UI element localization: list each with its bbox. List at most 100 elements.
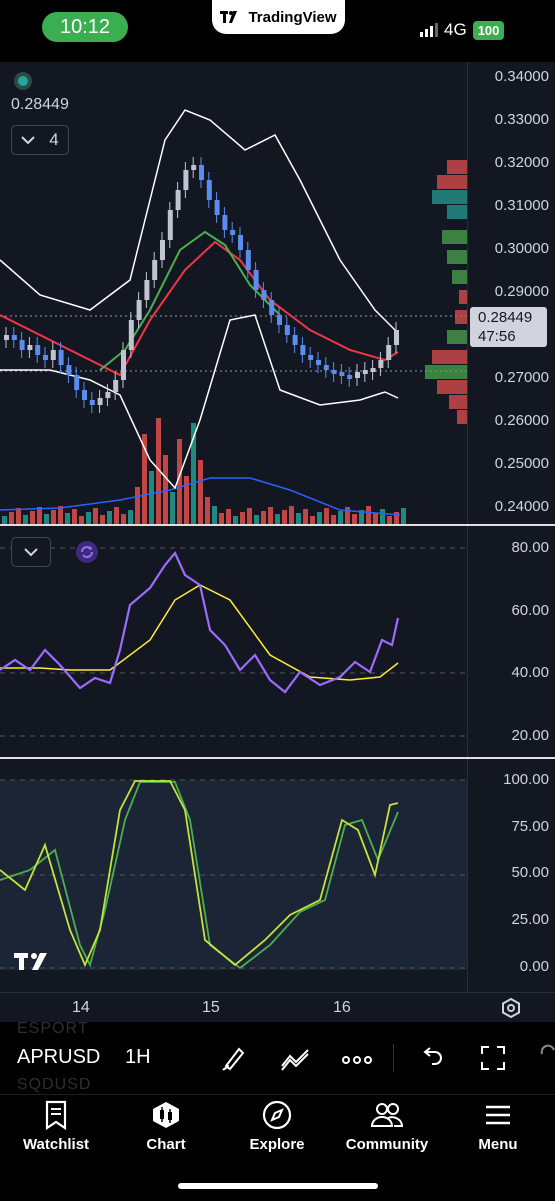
time-axis-label: 14 — [72, 999, 90, 1016]
candle-body — [394, 330, 399, 345]
time-axis-label: 15 — [202, 999, 220, 1016]
candle-body — [355, 372, 360, 378]
volume-profile-bar — [442, 230, 467, 244]
volume-bar — [303, 509, 308, 524]
more-icon[interactable] — [342, 1052, 372, 1070]
volume-profile-bar — [457, 410, 467, 424]
trend-line-icon[interactable] — [280, 1044, 312, 1077]
volume-bar — [289, 506, 294, 524]
candle-body — [74, 375, 80, 390]
volume-bar — [9, 512, 14, 524]
chart-area[interactable] — [0, 62, 555, 1086]
interval-button[interactable]: 1H — [125, 1046, 151, 1069]
candle-body — [269, 300, 275, 315]
candle-body — [167, 210, 173, 240]
status-time: 10:12 — [42, 12, 128, 42]
volume-profile-bar — [437, 175, 467, 189]
time-axis[interactable]: 14 15 16 — [0, 992, 555, 1023]
candle-body — [222, 215, 228, 230]
candle-body — [386, 345, 392, 360]
volume-bar — [373, 513, 378, 524]
volume-profile-bar — [425, 365, 467, 379]
rsi-axis-label: 40.00 — [511, 664, 549, 681]
candle-body — [191, 165, 197, 170]
brush-icon[interactable] — [220, 1044, 248, 1077]
network-type: 4G — [444, 20, 467, 39]
volume-bar — [86, 512, 91, 524]
tradingview-watermark-icon — [14, 951, 56, 976]
volume-bar — [37, 507, 42, 524]
volume-bar — [310, 516, 315, 524]
candle-body — [160, 240, 165, 260]
candle-body — [58, 350, 64, 365]
candle-body — [253, 270, 259, 290]
fullscreen-icon[interactable] — [479, 1044, 507, 1077]
chart-canvas[interactable] — [0, 62, 555, 1086]
volume-bar — [338, 511, 343, 524]
undo-icon[interactable] — [418, 1044, 444, 1075]
oscillator-collapse-button[interactable] — [11, 537, 51, 567]
compass-icon — [262, 1100, 292, 1130]
volume-bar — [317, 512, 322, 524]
candle-body — [300, 345, 306, 355]
candle-body — [128, 320, 134, 350]
rsi-line — [0, 550, 400, 694]
chart-settings-icon[interactable] — [500, 997, 522, 1024]
price-axis-label: 0.25000 — [494, 455, 549, 472]
volume-bar — [394, 512, 399, 524]
symbol-button[interactable]: APRUSD — [17, 1046, 100, 1069]
chevron-down-icon — [21, 135, 35, 144]
volume-bar — [72, 509, 77, 524]
candle-body — [308, 355, 314, 360]
candles-icon — [153, 1102, 179, 1128]
battery-level: 100 — [472, 20, 505, 40]
chevron-down-icon — [24, 547, 38, 556]
tradingview-pill[interactable]: TradingView — [212, 0, 345, 34]
volume-bar — [30, 511, 35, 524]
volume-bar — [233, 516, 238, 524]
nav-label: Watchlist — [22, 1136, 90, 1153]
volume-profile-bar — [447, 330, 467, 344]
price-axis-label: 0.30000 — [494, 240, 549, 257]
volume-bar — [79, 516, 84, 524]
pane-divider[interactable] — [0, 524, 555, 526]
candle-body — [199, 165, 204, 180]
volume-bar — [107, 511, 112, 524]
pane-divider[interactable] — [0, 757, 555, 759]
nav-community[interactable]: Community — [337, 1100, 437, 1153]
volume-bar — [2, 516, 7, 524]
volume-bar — [282, 510, 287, 524]
volume-profile-bar — [447, 160, 467, 174]
price-axis-label: 0.32000 — [494, 154, 549, 171]
candle-body — [105, 392, 111, 398]
volume-profile-bar — [455, 310, 467, 324]
price-axis-label: 0.29000 — [494, 283, 549, 300]
candle-body — [89, 400, 95, 405]
volume-bar — [247, 508, 252, 524]
people-icon — [370, 1103, 404, 1127]
legend-status-icon[interactable] — [14, 72, 32, 90]
reload-icon[interactable] — [76, 541, 98, 563]
nav-explore[interactable]: Explore — [227, 1100, 327, 1153]
volume-bar — [205, 497, 210, 524]
price-axis-label: 0.34000 — [494, 68, 549, 85]
indicators-toggle-button[interactable]: 4 — [11, 125, 69, 155]
nav-menu[interactable]: Menu — [448, 1100, 548, 1153]
candle-body — [50, 350, 56, 360]
indicator-count: 4 — [49, 130, 59, 149]
volume-bar — [121, 514, 126, 524]
volume-profile-bar — [447, 250, 467, 264]
stoch-axis-label: 100.00 — [503, 771, 549, 788]
nav-label: Community — [345, 1136, 429, 1153]
volume-bar — [387, 516, 392, 524]
candle-body — [362, 370, 368, 374]
nav-watchlist[interactable]: Watchlist — [6, 1100, 106, 1153]
volume-bar — [23, 515, 28, 524]
nav-chart[interactable]: Chart — [116, 1100, 216, 1153]
signal-icon — [420, 23, 438, 37]
volume-bar — [352, 514, 357, 524]
volume-bar — [219, 513, 224, 524]
redo-icon[interactable] — [540, 1044, 555, 1075]
volume-profile-bar — [459, 290, 467, 304]
candle-body — [230, 230, 236, 235]
